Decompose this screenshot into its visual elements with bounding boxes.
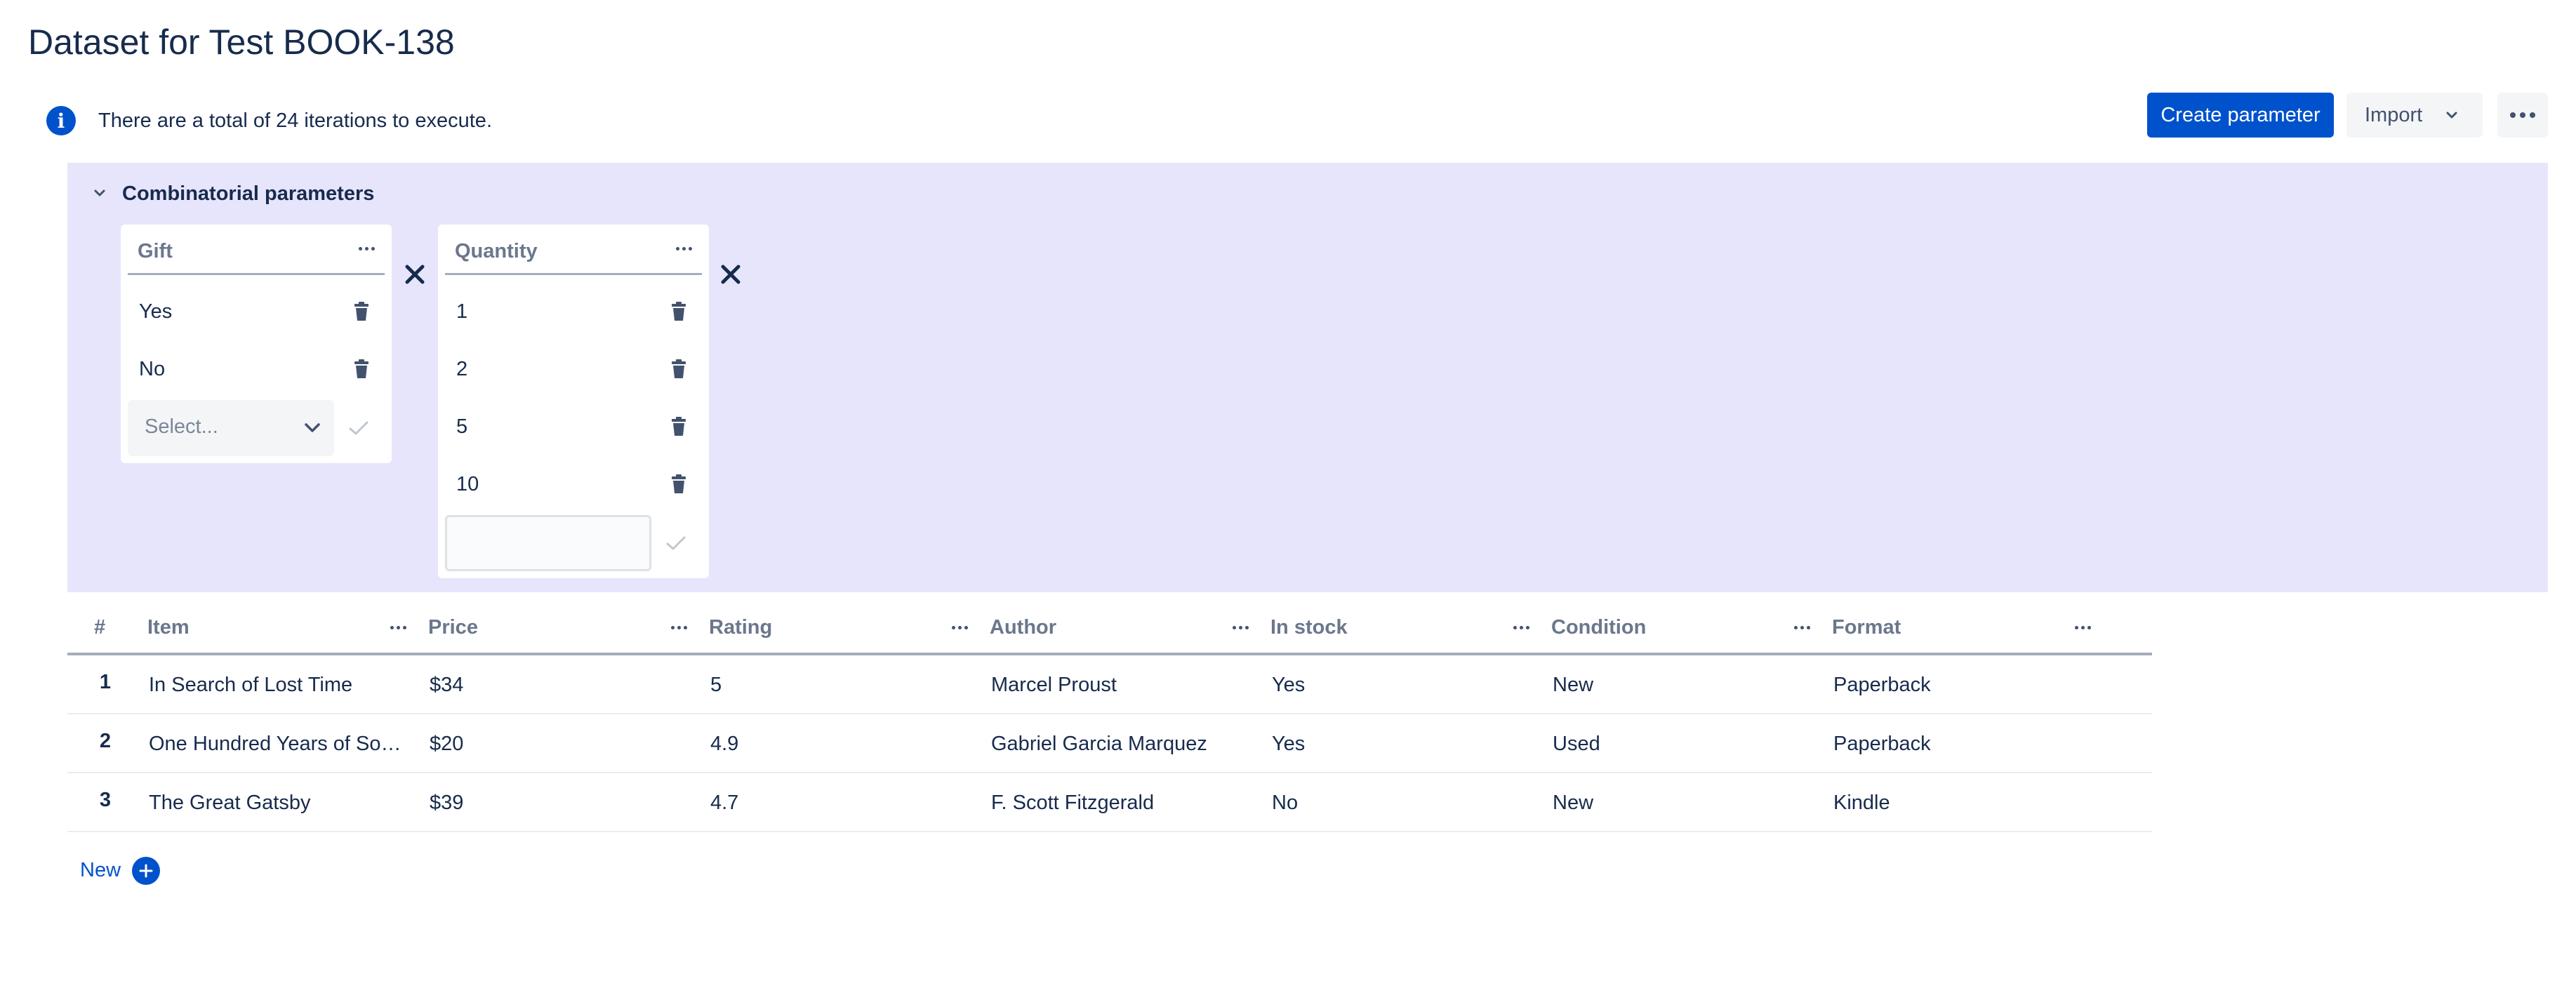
page-title: Dataset for Test BOOK-138 — [28, 22, 455, 62]
parameter-name: Gift — [138, 240, 173, 262]
import-dropdown-button[interactable]: Import — [2346, 93, 2483, 138]
more-horizontal-icon[interactable] — [2075, 626, 2091, 629]
new-row-link[interactable]: New — [80, 857, 121, 883]
trash-icon[interactable] — [671, 359, 686, 379]
parameter-value: 5 — [456, 415, 468, 438]
cell-rating[interactable]: 4.9 — [710, 733, 977, 756]
more-horizontal-icon[interactable] — [359, 247, 375, 251]
parameter-name: Quantity — [455, 240, 538, 262]
cell-in-stock[interactable]: No — [1272, 792, 1539, 815]
cell-condition[interactable]: New — [1553, 674, 1819, 697]
parameter-value-row: 5 — [438, 399, 709, 456]
column-header-rating[interactable]: Rating — [709, 616, 772, 639]
parameter-value-row: 10 — [438, 456, 709, 514]
cell-rating[interactable]: 4.7 — [710, 792, 977, 815]
cell-format[interactable]: Paperback — [1833, 733, 2100, 756]
more-horizontal-icon[interactable] — [390, 626, 406, 629]
new-value-input[interactable] — [445, 515, 651, 571]
new-value-row — [438, 515, 709, 573]
trash-icon[interactable] — [354, 359, 369, 379]
column-header-in-stock[interactable]: In stock — [1270, 616, 1348, 639]
cell-price[interactable]: $34 — [430, 674, 696, 697]
check-icon[interactable] — [664, 533, 688, 553]
column-header-condition[interactable]: Condition — [1551, 616, 1646, 639]
parameter-value-row: No — [121, 341, 392, 399]
column-header-item[interactable]: Item — [147, 616, 190, 639]
more-horizontal-icon — [2510, 112, 2535, 118]
plus-circle-icon[interactable] — [132, 857, 160, 885]
create-parameter-label: Create parameter — [2160, 103, 2321, 126]
cell-author[interactable]: Marcel Proust — [991, 674, 1258, 697]
cell-in-stock[interactable]: Yes — [1272, 674, 1539, 697]
cell-price[interactable]: $20 — [430, 733, 696, 756]
table-row[interactable]: 1 In Search of Lost Time $34 5 Marcel Pr… — [67, 655, 2152, 714]
more-horizontal-icon[interactable] — [671, 626, 687, 629]
cell-author[interactable]: F. Scott Fitzgerald — [991, 792, 1258, 815]
info-icon-glyph: i — [57, 109, 65, 133]
cell-item[interactable]: One Hundred Years of Solitude — [149, 733, 401, 756]
table-row[interactable]: 2 One Hundred Years of Solitude $20 4.9 … — [67, 714, 2152, 773]
cell-condition[interactable]: Used — [1553, 733, 1819, 756]
chevron-down-icon — [305, 423, 320, 432]
select-placeholder: Select... — [145, 415, 218, 438]
chevron-down-icon[interactable] — [87, 184, 112, 203]
table-header: # Item Price Rating Author In stock Cond… — [67, 602, 2152, 655]
cell-condition[interactable]: New — [1553, 792, 1819, 815]
dataset-table: # Item Price Rating Author In stock Cond… — [67, 602, 2152, 832]
more-actions-button[interactable] — [2497, 93, 2548, 138]
info-icon: i — [46, 106, 76, 135]
parameter-value-row: 2 — [438, 341, 709, 399]
parameter-header: Quantity — [445, 225, 702, 275]
more-horizontal-icon[interactable] — [952, 626, 968, 629]
column-header-price[interactable]: Price — [428, 616, 478, 639]
cell-item[interactable]: The Great Gatsby — [149, 792, 416, 815]
cell-format[interactable]: Kindle — [1833, 792, 2100, 815]
check-icon[interactable] — [347, 418, 371, 438]
create-parameter-button[interactable]: Create parameter — [2147, 93, 2334, 138]
iterations-info-text: There are a total of 24 iterations to ex… — [98, 109, 492, 132]
parameter-card-quantity: Quantity 1 2 5 10 — [438, 225, 709, 578]
cell-in-stock[interactable]: Yes — [1272, 733, 1539, 756]
parameter-header: Gift — [128, 225, 385, 275]
column-header-index: # — [94, 616, 106, 639]
column-header-author[interactable]: Author — [990, 616, 1056, 639]
more-horizontal-icon[interactable] — [1794, 626, 1810, 629]
chevron-down-icon — [2446, 112, 2457, 119]
cell-item[interactable]: In Search of Lost Time — [149, 674, 416, 697]
import-label: Import — [2365, 103, 2423, 126]
plus-glyph — [139, 864, 153, 878]
parameter-card-gift: Gift Yes No Select... — [121, 225, 392, 463]
parameter-value: Yes — [139, 300, 173, 323]
parameter-value: 1 — [456, 300, 468, 323]
parameter-value: 10 — [456, 473, 479, 495]
table-row[interactable]: 3 The Great Gatsby $39 4.7 F. Scott Fitz… — [67, 773, 2152, 832]
cell-price[interactable]: $39 — [430, 792, 696, 815]
row-index: 3 — [99, 789, 112, 811]
parameter-value: No — [139, 358, 166, 380]
column-header-format[interactable]: Format — [1832, 616, 1901, 639]
trash-icon[interactable] — [671, 417, 686, 436]
parameter-value-row: 1 — [438, 283, 709, 341]
row-index: 1 — [99, 671, 112, 693]
trash-icon[interactable] — [671, 474, 686, 494]
multiply-icon — [405, 265, 425, 284]
trash-icon[interactable] — [354, 302, 369, 321]
cell-format[interactable]: Paperback — [1833, 674, 2100, 697]
new-value-row: Select... — [121, 400, 392, 458]
parameter-value: 2 — [456, 358, 468, 380]
parameter-value-row: Yes — [121, 283, 392, 341]
multiply-icon — [721, 265, 741, 284]
more-horizontal-icon[interactable] — [676, 247, 692, 251]
more-horizontal-icon[interactable] — [1233, 626, 1249, 629]
combinatorial-parameters-title: Combinatorial parameters — [122, 182, 375, 205]
value-select[interactable]: Select... — [128, 400, 334, 456]
trash-icon[interactable] — [671, 302, 686, 321]
cell-rating[interactable]: 5 — [710, 674, 977, 697]
row-index: 2 — [99, 730, 112, 752]
more-horizontal-icon[interactable] — [1513, 626, 1529, 629]
cell-author[interactable]: Gabriel Garcia Marquez — [991, 733, 1258, 756]
